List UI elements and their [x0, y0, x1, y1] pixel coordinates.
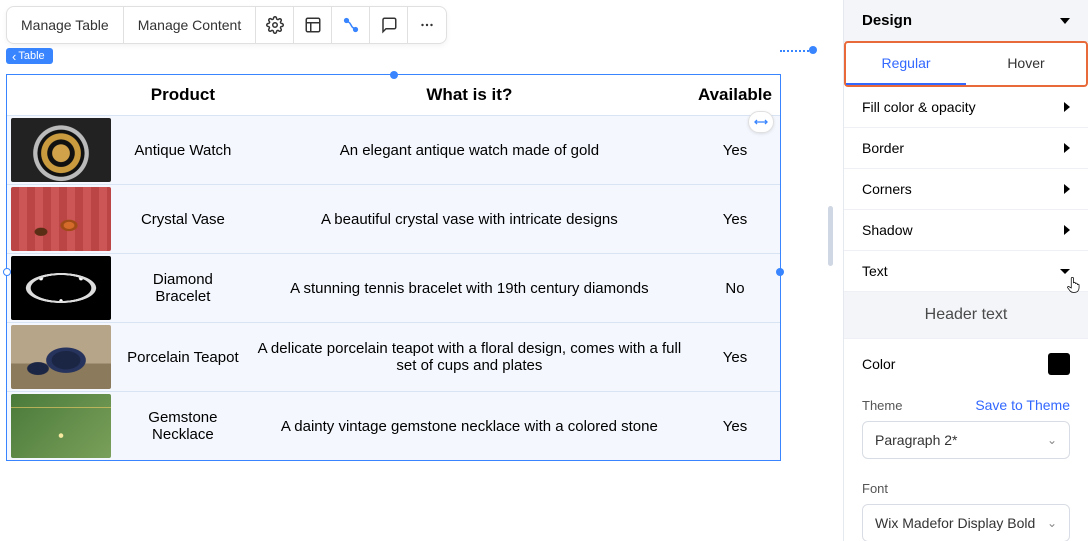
panel-title: Design	[862, 12, 912, 29]
theme-select[interactable]: Paragraph 2* ⌄	[862, 421, 1070, 459]
connect-icon	[342, 16, 360, 34]
layout-button[interactable]	[294, 7, 332, 43]
table-row[interactable]: Gemstone Necklace A dainty vintage gemst…	[7, 392, 780, 461]
table-row[interactable]: Crystal Vase A beautiful crystal vase wi…	[7, 185, 780, 254]
row-label: Text	[862, 263, 888, 279]
color-swatch[interactable]	[1048, 353, 1070, 375]
table-row[interactable]: Diamond Bracelet A stunning tennis brace…	[7, 254, 780, 323]
manage-content-button[interactable]: Manage Content	[124, 7, 257, 43]
cell-product[interactable]: Gemstone Necklace	[117, 392, 249, 461]
theme-value: Paragraph 2*	[875, 432, 958, 448]
design-state-tabs: Regular Hover	[846, 43, 1086, 85]
chevron-down-icon: ⌄	[1047, 516, 1057, 530]
product-thumbnail	[11, 325, 111, 389]
cell-image[interactable]	[7, 323, 117, 392]
save-to-theme-link[interactable]: Save to Theme	[975, 397, 1070, 413]
product-thumbnail	[11, 118, 111, 182]
cell-description[interactable]: A stunning tennis bracelet with 19th cen…	[249, 254, 690, 323]
caret-right-icon	[1064, 184, 1070, 194]
column-resize-handle[interactable]	[748, 111, 774, 133]
row-border[interactable]: Border	[844, 128, 1088, 169]
resize-handle-east[interactable]	[776, 268, 784, 276]
color-row: Color	[844, 339, 1088, 389]
scroll-indicator[interactable]	[828, 206, 833, 266]
row-shadow[interactable]: Shadow	[844, 210, 1088, 251]
font-value: Wix Madefor Display Bold	[875, 515, 1035, 531]
resize-handle-west[interactable]	[3, 268, 11, 276]
snap-guide	[780, 50, 812, 52]
cell-description[interactable]: A dainty vintage gemstone necklace with …	[249, 392, 690, 461]
product-thumbnail	[11, 187, 111, 251]
table-element[interactable]: Product What is it? Available Antique Wa…	[6, 74, 781, 461]
cell-image[interactable]	[7, 392, 117, 461]
cell-available[interactable]: Yes	[690, 185, 780, 254]
element-tag[interactable]: Table	[6, 48, 53, 64]
font-label: Font	[862, 481, 888, 496]
chevron-down-icon: ⌄	[1047, 433, 1057, 447]
header-image[interactable]	[7, 75, 117, 116]
layout-icon	[304, 16, 322, 34]
table-toolbar: Manage Table Manage Content	[6, 6, 447, 44]
cursor-pointer-icon	[1066, 276, 1084, 294]
font-block: Font Wix Madefor Display Bold ⌄	[844, 473, 1088, 541]
speech-bubble-icon	[380, 16, 398, 34]
header-product[interactable]: Product	[117, 75, 249, 116]
snap-guide-anchor[interactable]	[809, 46, 817, 54]
cell-available[interactable]: No	[690, 254, 780, 323]
header-available[interactable]: Available	[690, 75, 780, 116]
header-description[interactable]: What is it?	[249, 75, 690, 116]
row-text[interactable]: Text	[844, 251, 1088, 292]
settings-button[interactable]	[256, 7, 294, 43]
cell-description[interactable]: An elegant antique watch made of gold	[249, 116, 690, 185]
comments-button[interactable]	[370, 7, 408, 43]
font-select[interactable]: Wix Madefor Display Bold ⌄	[862, 504, 1070, 541]
table-header-row: Product What is it? Available	[7, 75, 780, 116]
tab-hover[interactable]: Hover	[966, 43, 1086, 85]
cell-product[interactable]: Porcelain Teapot	[117, 323, 249, 392]
cell-product[interactable]: Crystal Vase	[117, 185, 249, 254]
row-label: Fill color & opacity	[862, 99, 976, 115]
caret-right-icon	[1064, 225, 1070, 235]
caret-down-icon	[1060, 269, 1070, 274]
tab-regular[interactable]: Regular	[846, 43, 966, 85]
cell-product[interactable]: Antique Watch	[117, 116, 249, 185]
cell-image[interactable]	[7, 185, 117, 254]
cell-product[interactable]: Diamond Bracelet	[117, 254, 249, 323]
manage-table-button[interactable]: Manage Table	[7, 7, 124, 43]
row-label: Corners	[862, 181, 912, 197]
cell-available[interactable]: Yes	[690, 392, 780, 461]
text-subsection-header: Header text	[844, 292, 1088, 339]
resize-handle-north[interactable]	[390, 71, 398, 79]
more-button[interactable]	[408, 7, 446, 43]
product-thumbnail	[11, 394, 111, 458]
row-label: Shadow	[862, 222, 913, 238]
cell-image[interactable]	[7, 116, 117, 185]
data-table: Product What is it? Available Antique Wa…	[7, 75, 780, 460]
color-label: Color	[862, 356, 895, 372]
resize-horizontal-icon	[753, 116, 769, 128]
table-row[interactable]: Antique Watch An elegant antique watch m…	[7, 116, 780, 185]
table-row[interactable]: Porcelain Teapot A delicate porcelain te…	[7, 323, 780, 392]
row-corners[interactable]: Corners	[844, 169, 1088, 210]
design-panel: Design Regular Hover Fill color & opacit…	[843, 0, 1088, 541]
row-label: Border	[862, 140, 904, 156]
row-fill[interactable]: Fill color & opacity	[844, 87, 1088, 128]
highlighted-tabs: Regular Hover	[844, 41, 1088, 87]
theme-label: Theme	[862, 398, 902, 413]
cell-available[interactable]: Yes	[690, 323, 780, 392]
gear-icon	[266, 16, 284, 34]
cell-description[interactable]: A delicate porcelain teapot with a flora…	[249, 323, 690, 392]
product-thumbnail	[11, 256, 111, 320]
cell-description[interactable]: A beautiful crystal vase with intricate …	[249, 185, 690, 254]
cell-image[interactable]	[7, 254, 117, 323]
caret-right-icon	[1064, 143, 1070, 153]
more-icon	[418, 16, 436, 34]
theme-block: Theme Save to Theme Paragraph 2* ⌄	[844, 389, 1088, 473]
panel-header-design[interactable]: Design	[844, 0, 1088, 42]
caret-down-icon	[1060, 18, 1070, 24]
caret-right-icon	[1064, 102, 1070, 112]
connect-data-button[interactable]	[332, 7, 370, 43]
